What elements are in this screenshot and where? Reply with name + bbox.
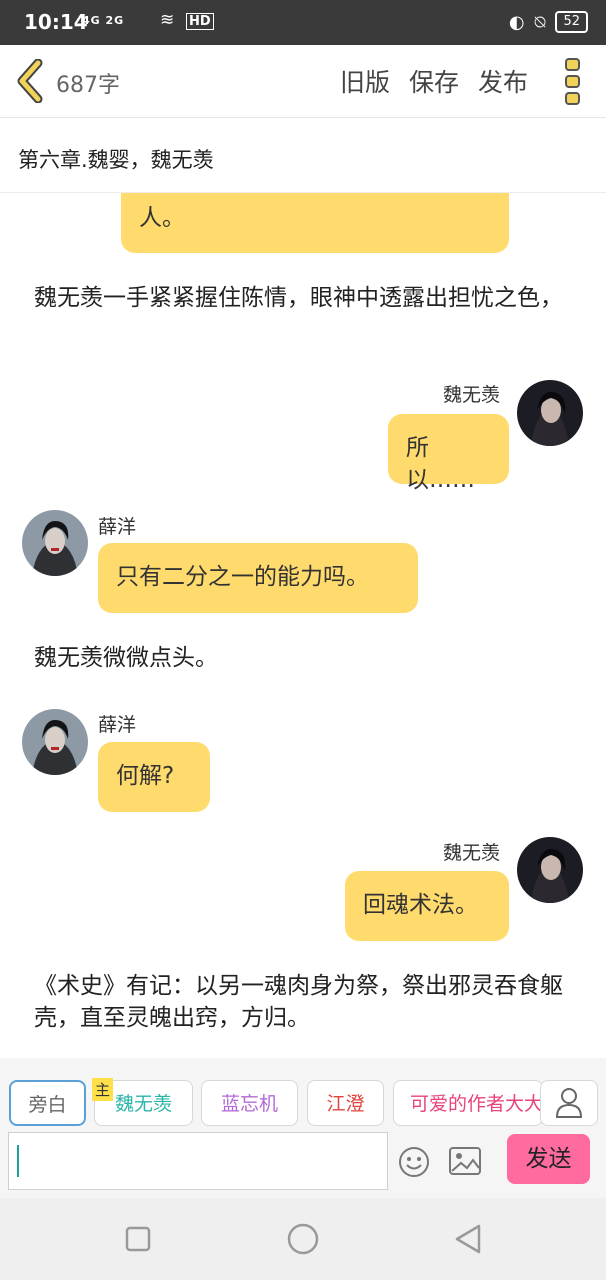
narration-text[interactable]: 魏无羡一手紧紧握住陈情，眼神中透露出担忧之色，: [34, 282, 574, 314]
user-icon: [555, 1088, 583, 1118]
chapter-title: 第六章.魏婴，魏无羡: [18, 148, 214, 172]
publish-button[interactable]: 发布: [478, 63, 528, 99]
main-role-badge: 主: [92, 1078, 114, 1101]
battery-level: 52: [555, 11, 588, 33]
message-input[interactable]: [8, 1132, 388, 1190]
signal-indicator: 4G 2G: [82, 14, 125, 27]
bubble-text: 人。: [139, 205, 185, 231]
role-author-button[interactable]: 可爱的作者大大: [393, 1080, 543, 1126]
avatar-xue-yang[interactable]: [22, 709, 88, 775]
status-bar: 10:14 4G 2G ≋ HD ◐ ⍉ 52: [0, 0, 606, 45]
role-selector-bar: 旁白 主 魏无羡 蓝忘机 江澄 可爱的作者大大 发送: [0, 1058, 606, 1198]
back-icon[interactable]: [454, 1223, 482, 1255]
speaker-name: 薛洋: [98, 516, 137, 538]
home-icon[interactable]: [287, 1223, 319, 1255]
avatar-wei-wuxian[interactable]: [517, 380, 583, 446]
system-nav-bar: [0, 1198, 606, 1280]
speaker-name: 魏无羡: [443, 842, 501, 864]
hd-badge: HD: [186, 13, 214, 30]
role-lan-wangji-button[interactable]: 蓝忘机: [201, 1080, 298, 1126]
recent-apps-icon[interactable]: [125, 1226, 151, 1252]
chat-bubble-partial[interactable]: 人。: [121, 192, 509, 253]
chapter-title-bar[interactable]: 第六章.魏婴，魏无羡: [0, 118, 606, 193]
speaker-name: 薛洋: [98, 714, 137, 736]
avatar-xue-yang[interactable]: [22, 510, 88, 576]
chat-area[interactable]: 人。 魏无羡一手紧紧握住陈情，眼神中透露出担忧之色， 魏无羡 所以…… 薛洋 只…: [0, 192, 606, 1056]
eye-comfort-icon: ◐: [508, 11, 525, 33]
avatar-wei-wuxian[interactable]: [517, 837, 583, 903]
save-button[interactable]: 保存: [409, 63, 459, 99]
text-caret: [17, 1145, 19, 1177]
narration-text[interactable]: 《术史》有记：以另一魂肉身为祭，祭出邪灵吞食躯壳，直至灵魄出窍，方归。: [34, 970, 574, 1034]
chat-bubble-left[interactable]: 何解?: [98, 742, 210, 812]
chat-bubble-right[interactable]: 回魂术法。: [345, 871, 509, 941]
back-chevron-icon[interactable]: [14, 59, 48, 103]
editor-toolbar: 687字 旧版 保存 发布: [0, 45, 606, 118]
old-version-button[interactable]: 旧版: [340, 63, 390, 99]
status-time: 10:14: [24, 10, 88, 34]
vibrate-icon: ⍉: [534, 11, 546, 33]
role-narrator-button[interactable]: 旁白: [9, 1080, 86, 1126]
chat-bubble-left[interactable]: 只有二分之一的能力吗。: [98, 543, 418, 613]
send-button[interactable]: 发送: [507, 1134, 590, 1184]
bubble-text: 所以……: [406, 435, 475, 493]
bubble-text: 只有二分之一的能力吗。: [116, 564, 369, 590]
wifi-icon: ≋: [160, 10, 175, 30]
emoji-icon[interactable]: [398, 1146, 430, 1178]
add-role-button[interactable]: [540, 1080, 598, 1126]
image-icon[interactable]: [448, 1146, 482, 1176]
bubble-text: 回魂术法。: [363, 892, 478, 918]
bubble-text: 何解?: [116, 763, 175, 789]
more-menu-icon[interactable]: [560, 57, 586, 107]
word-count: 687字: [56, 73, 120, 98]
speaker-name: 魏无羡: [443, 384, 501, 406]
role-jiang-cheng-button[interactable]: 江澄: [307, 1080, 384, 1126]
narration-text[interactable]: 魏无羡微微点头。: [34, 642, 574, 674]
chat-bubble-right[interactable]: 所以……: [388, 414, 509, 493]
